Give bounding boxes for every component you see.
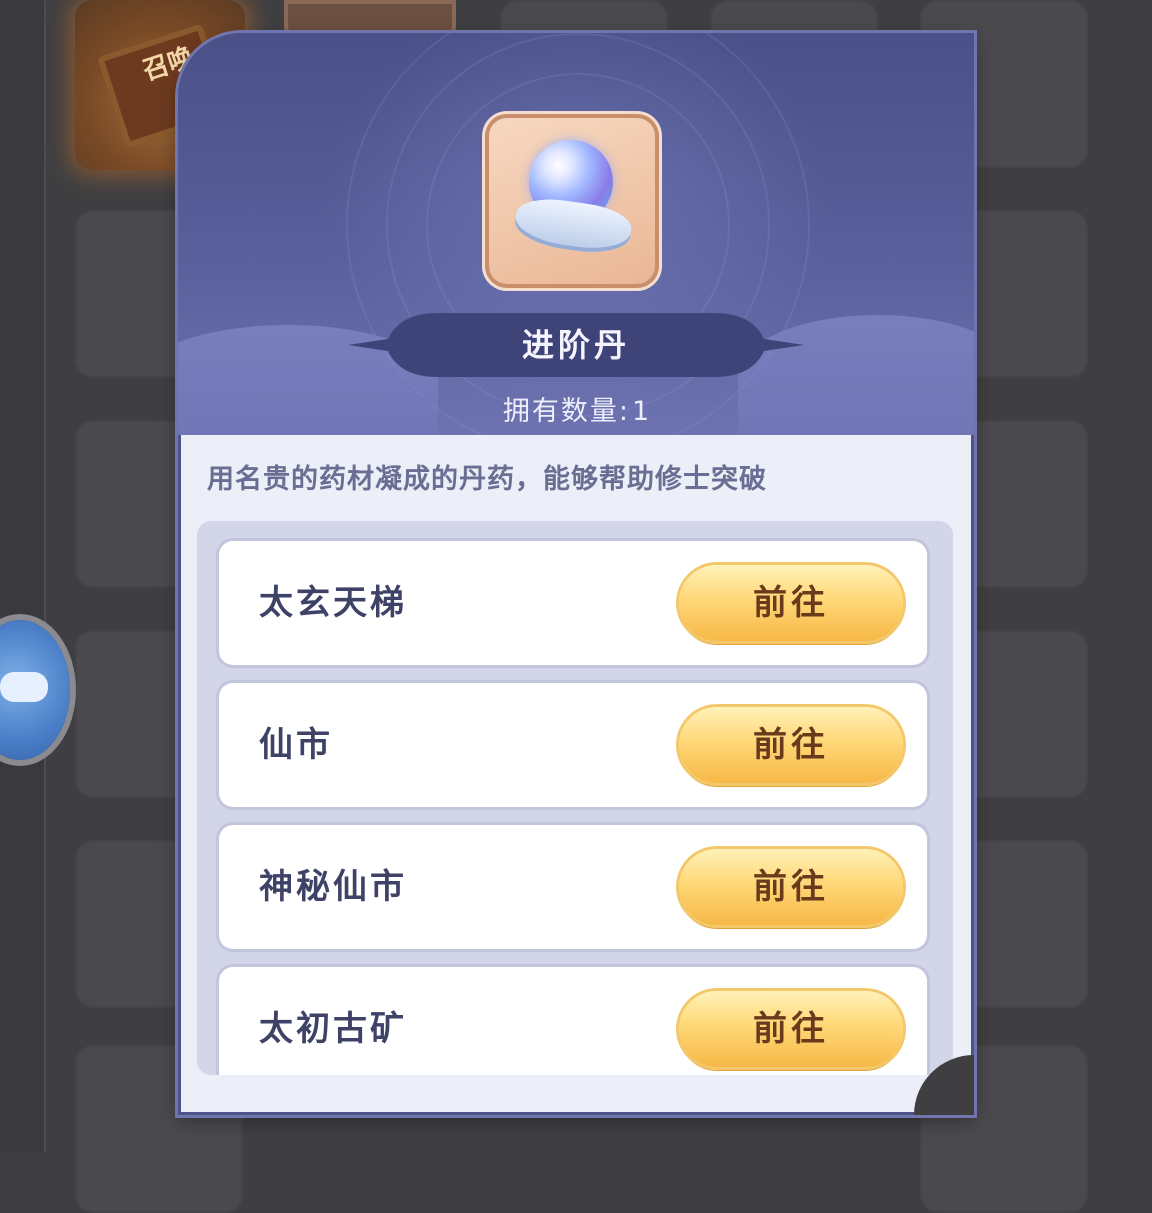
source-label: 神秘仙市 xyxy=(259,867,407,907)
source-label: 仙市 xyxy=(259,725,333,765)
go-button[interactable]: 前往 xyxy=(679,991,903,1067)
source-row: 太初古矿 前往 xyxy=(219,967,927,1075)
gamepad-icon xyxy=(0,672,48,702)
go-button[interactable]: 前往 xyxy=(679,849,903,925)
item-name-ribbon: 进阶丹 xyxy=(348,313,804,377)
item-quantity: 拥有数量:1 xyxy=(178,389,974,428)
background-frame-left xyxy=(0,0,46,1152)
item-name: 进阶丹 xyxy=(521,326,630,364)
cloth-icon xyxy=(512,194,634,258)
quantity-label: 拥有数量: xyxy=(502,396,630,427)
source-label: 太玄天梯 xyxy=(259,583,407,623)
go-button[interactable]: 前往 xyxy=(679,565,903,641)
quantity-value: 1 xyxy=(631,396,652,427)
source-row: 神秘仙市 前往 xyxy=(219,825,927,949)
source-label: 太初古矿 xyxy=(259,1009,407,1049)
dialog-body: 用名贵的药材凝成的丹药，能够帮助修士突破 太玄天梯 前往 仙市 前往 神秘仙市 … xyxy=(181,435,971,1112)
dialog-header: 进阶丹 拥有数量:1 xyxy=(178,33,974,457)
go-button[interactable]: 前往 xyxy=(679,707,903,783)
source-list[interactable]: 太玄天梯 前往 仙市 前往 神秘仙市 前往 太初古矿 前往 xyxy=(197,521,953,1075)
item-icon-frame xyxy=(489,118,655,284)
source-row: 仙市 前往 xyxy=(219,683,927,807)
item-detail-dialog: 进阶丹 拥有数量:1 用名贵的药材凝成的丹药，能够帮助修士突破 太玄天梯 前往 … xyxy=(178,33,974,1115)
item-description: 用名贵的药材凝成的丹药，能够帮助修士突破 xyxy=(207,464,767,495)
source-row: 太玄天梯 前往 xyxy=(219,541,927,665)
